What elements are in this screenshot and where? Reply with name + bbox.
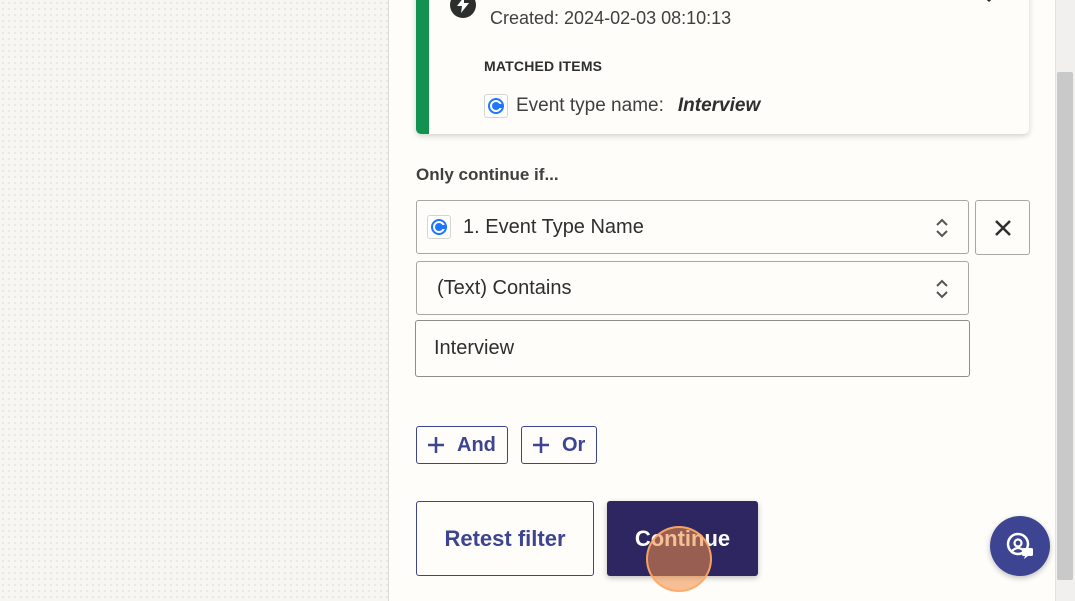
plus-icon (428, 437, 444, 453)
add-and-button[interactable]: And (416, 426, 508, 464)
app-logo-icon (427, 215, 451, 239)
help-button[interactable] (990, 516, 1050, 576)
field-select[interactable]: 1. Event Type Name (416, 200, 969, 254)
matched-item-row: Event type name: Interview (484, 94, 760, 118)
matched-item-value: Interview (677, 95, 761, 116)
close-icon[interactable] (974, 0, 1004, 12)
matched-item-label: Event type name: (516, 95, 664, 116)
app-logo-icon (484, 94, 508, 118)
chevron-up-down-icon (934, 277, 950, 301)
card-accent-bar (416, 0, 429, 134)
condition-select-value: (Text) Contains (437, 276, 572, 299)
editor-canvas (0, 0, 389, 601)
add-or-button[interactable]: Or (521, 426, 597, 464)
continue-button[interactable]: Continue (607, 501, 758, 576)
plus-icon (533, 437, 549, 453)
add-or-label: Or (562, 433, 586, 456)
help-icon (1006, 532, 1033, 559)
bolt-icon (450, 0, 476, 18)
created-timestamp: Created: 2024-02-03 08:10:13 (490, 8, 732, 28)
value-input[interactable] (415, 320, 970, 377)
close-icon (994, 219, 1011, 236)
filter-heading: Only continue if... (416, 165, 559, 184)
remove-condition-button[interactable] (975, 200, 1030, 255)
chevron-up-down-icon (934, 216, 950, 240)
condition-select[interactable]: (Text) Contains (416, 261, 969, 315)
field-select-value: 1. Event Type Name (463, 215, 644, 238)
scrollbar-thumb[interactable] (1057, 72, 1073, 580)
matched-items-heading: MATCHED ITEMS (484, 58, 603, 74)
retest-filter-button[interactable]: Retest filter (416, 501, 594, 576)
add-and-label: And (457, 433, 496, 456)
matched-card: Created: 2024-02-03 08:10:13 MATCHED ITE… (416, 0, 1029, 134)
